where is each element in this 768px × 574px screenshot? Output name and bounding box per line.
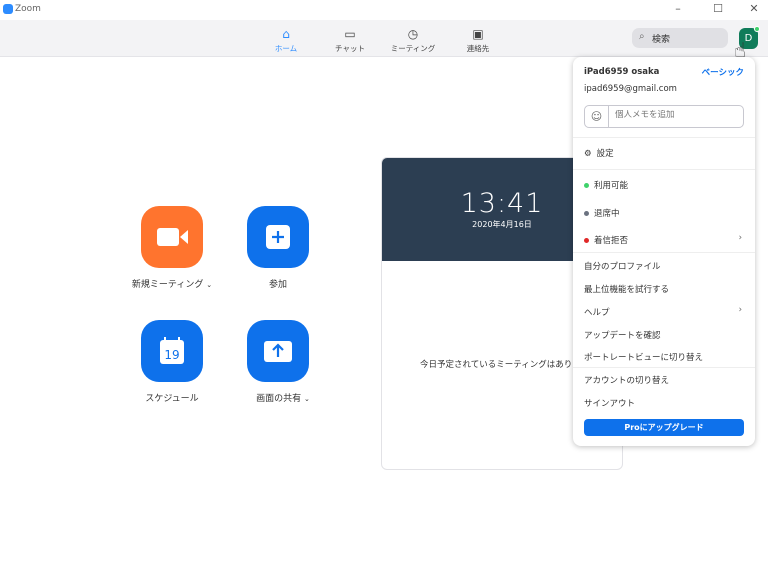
tab-label: ミーティング — [390, 44, 436, 53]
menu-help[interactable]: ヘルプ › — [584, 305, 744, 318]
status-do-not-disturb[interactable]: 着信拒否 › — [584, 233, 744, 246]
search-placeholder: 検索 — [652, 35, 671, 45]
new-meeting-label[interactable]: 新規ミーティング ⌄ — [112, 277, 232, 290]
divider — [573, 367, 755, 368]
dnd-dot-icon — [584, 238, 589, 243]
join-label: 参加 — [268, 280, 287, 290]
no-meetings-text: 今日予定されているミーティングはありません — [420, 360, 598, 370]
user-email: ipad6959@gmail.com — [584, 84, 677, 94]
chevron-right-icon: › — [738, 305, 742, 315]
schedule-button[interactable]: 19 — [141, 320, 203, 382]
clock-icon: ◷ — [407, 27, 419, 41]
profile-menu: iPad6959 osaka ベーシック ipad6959@gmail.com … — [573, 57, 755, 446]
share-screen-button[interactable] — [247, 320, 309, 382]
menu-settings[interactable]: ⚙ 設定 — [584, 147, 744, 159]
status-available[interactable]: 利用可能 — [584, 179, 744, 191]
menu-switch-account[interactable]: アカウントの切り替え — [584, 374, 744, 386]
tab-meetings[interactable]: ◷ ミーティング — [383, 27, 443, 54]
search-icon: ⌕ — [639, 31, 645, 42]
minimize-button[interactable]: – — [668, 2, 688, 15]
tab-label: ホーム — [274, 44, 298, 53]
tab-home[interactable]: ⌂ ホーム — [256, 27, 316, 54]
emoji-icon[interactable]: ☺ — [585, 106, 609, 127]
svg-text:19: 19 — [164, 348, 179, 362]
divider — [573, 252, 755, 253]
plan-link[interactable]: ベーシック — [702, 66, 744, 78]
gear-icon: ⚙ — [584, 149, 592, 159]
personal-note-input[interactable] — [615, 110, 735, 120]
menu-sign-out[interactable]: サインアウト — [584, 397, 744, 409]
join-button[interactable] — [247, 206, 309, 268]
away-dot-icon — [584, 211, 589, 216]
menu-try-top-features[interactable]: 最上位機能を試行する — [584, 283, 744, 295]
menu-check-updates[interactable]: アップデートを確認 — [584, 329, 744, 341]
share-screen-label[interactable]: 画面の共有 ⌄ — [223, 391, 343, 404]
new-meeting-button[interactable] — [141, 206, 203, 268]
calendar-icon: 19 — [160, 337, 184, 364]
upgrade-to-pro-button[interactable]: Proにアップグレード — [584, 419, 744, 436]
plus-icon — [266, 225, 290, 249]
tab-label: 連絡先 — [466, 44, 490, 53]
personal-note-field[interactable]: ☺ — [584, 105, 744, 128]
zoom-logo-icon — [3, 4, 13, 14]
menu-portrait-view[interactable]: ポートレートビューに切り替え — [584, 351, 744, 363]
status-dot — [754, 26, 760, 32]
video-camera-icon — [157, 228, 188, 246]
tab-label: チャット — [335, 44, 365, 53]
divider — [573, 169, 755, 170]
top-nav: ⌂ ホーム ▭ チャット ◷ ミーティング ▣ 連絡先 ⌕ 検索 D — [0, 20, 768, 57]
search-input[interactable]: ⌕ 検索 — [632, 28, 728, 48]
share-up-arrow-icon — [264, 341, 292, 362]
maximize-button[interactable]: ☐ — [708, 2, 728, 15]
status-away[interactable]: 退席中 — [584, 207, 744, 219]
divider — [573, 137, 755, 138]
tab-chat[interactable]: ▭ チャット — [320, 27, 380, 54]
available-dot-icon — [584, 183, 589, 188]
schedule-label: スケジュール — [145, 394, 199, 404]
hand-cursor-icon: ☝ — [734, 38, 747, 62]
menu-my-profile[interactable]: 自分のプロファイル — [584, 260, 744, 272]
contacts-icon: ▣ — [472, 27, 484, 41]
title-bar: Zoom – ☐ ✕ — [0, 0, 768, 20]
chevron-right-icon: › — [738, 233, 742, 243]
home-icon: ⌂ — [282, 27, 290, 41]
close-button[interactable]: ✕ — [744, 2, 764, 15]
window-title: Zoom — [15, 4, 41, 14]
tab-contacts[interactable]: ▣ 連絡先 — [448, 27, 508, 54]
chat-icon: ▭ — [344, 27, 356, 41]
